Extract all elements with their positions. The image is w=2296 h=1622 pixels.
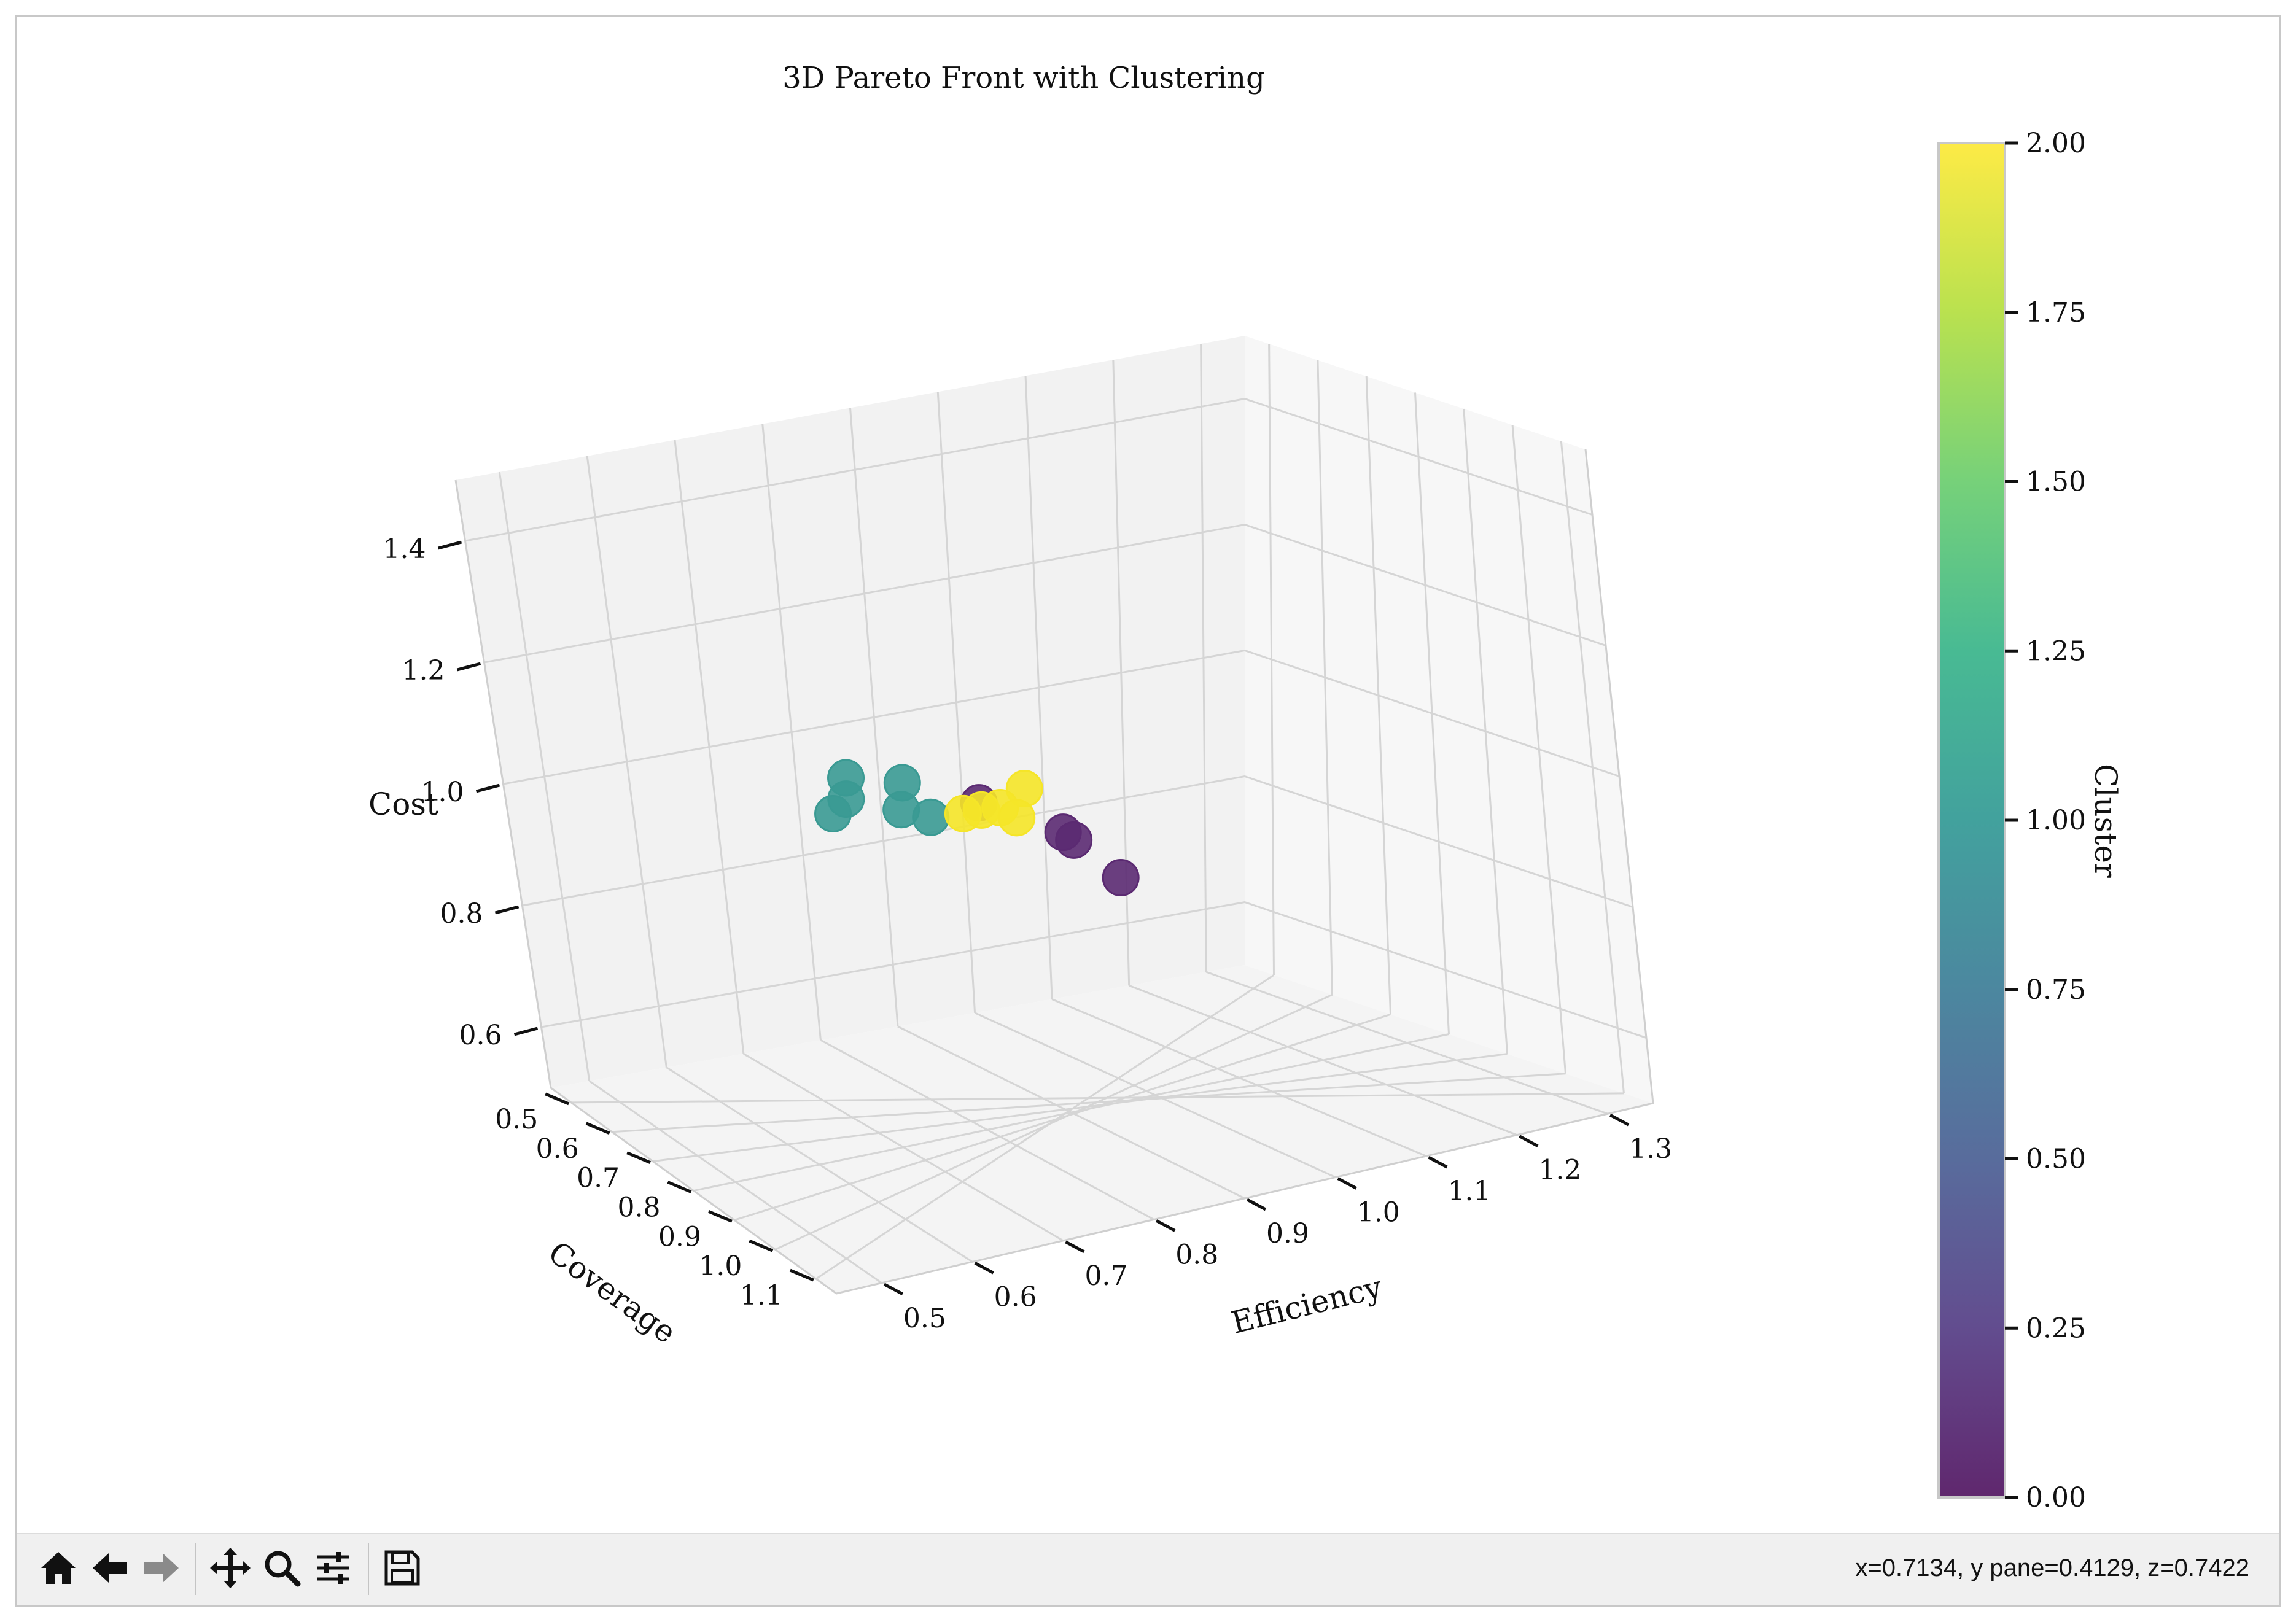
figure-canvas[interactable]: 3D Pareto Front with Clustering 0.6 0.8 1.… — [17, 17, 2279, 1533]
cost-tick-mark — [437, 540, 462, 550]
cursor-coordinates: x=0.7134, y pane=0.4129, z=0.7422 — [1855, 1554, 2249, 1581]
colorbar-tick-label: 1.00 — [2026, 805, 2086, 836]
colorbar: 0.00 0.25 0.50 0.75 1.00 1.25 1.50 1.75 2.00 Clus… — [1937, 128, 2123, 1513]
pan-button[interactable] — [206, 1545, 255, 1594]
efficiency-tick-mark — [974, 1262, 994, 1275]
efficiency-tick-label: 0.9 — [1266, 1218, 1309, 1249]
coverage-tick-label: 0.5 — [495, 1104, 538, 1135]
efficiency-tick-mark — [883, 1282, 904, 1295]
coverage-tick-label: 0.9 — [658, 1221, 701, 1252]
home-button[interactable] — [34, 1545, 83, 1594]
scatter-point-cluster-0 — [1055, 821, 1093, 859]
plot-window: 3D Pareto Front with Clustering 0.6 0.8 1.… — [15, 15, 2281, 1607]
efficiency-tick-label: 1.0 — [1357, 1197, 1400, 1228]
coverage-tick-label: 1.0 — [699, 1251, 742, 1282]
efficiency-tick-mark — [1065, 1240, 1085, 1254]
toolbar-separator — [368, 1543, 369, 1595]
colorbar-tick-label: 0.25 — [2026, 1313, 2086, 1344]
coverage-tick-label: 0.6 — [536, 1133, 579, 1165]
efficiency-tick-label: 0.6 — [994, 1281, 1037, 1313]
coverage-tick-label: 0.8 — [618, 1192, 661, 1224]
pan-icon — [209, 1546, 252, 1593]
plot-svg: 3D Pareto Front with Clustering 0.6 0.8 1.… — [368, 61, 2123, 1513]
cost-tick-label: 0.8 — [440, 898, 483, 929]
forward-button[interactable] — [137, 1545, 186, 1594]
coverage-tick-label: 0.7 — [577, 1163, 620, 1194]
efficiency-tick-label: 0.8 — [1175, 1239, 1218, 1270]
efficiency-tick-mark — [1156, 1219, 1176, 1232]
efficiency-tick-label: 1.3 — [1629, 1133, 1672, 1165]
colorbar-gradient — [1937, 142, 2006, 1499]
zoom-button[interactable] — [257, 1545, 306, 1594]
efficiency-tick-label: 1.2 — [1538, 1155, 1581, 1186]
cost-tick-mark — [475, 783, 500, 793]
scatter-point-cluster-2 — [998, 799, 1036, 837]
scatter-point-cluster-0 — [1102, 859, 1140, 897]
cost-tick-label: 0.6 — [459, 1020, 502, 1051]
zoom-icon — [262, 1548, 302, 1591]
cost-tick-label: 1.2 — [402, 655, 445, 686]
colorbar-label: Cluster — [2088, 764, 2123, 878]
toolbar-separator — [195, 1543, 196, 1595]
colorbar-tick-label: 1.25 — [2026, 635, 2086, 667]
cost-tick-mark — [494, 905, 520, 915]
cost-tick-mark — [456, 662, 481, 672]
efficiency-tick-mark — [1609, 1114, 1630, 1127]
cost-tick-mark — [513, 1026, 539, 1036]
cost-axis-label: Cost — [368, 786, 438, 822]
configure-subplots-button[interactable] — [309, 1545, 358, 1594]
colorbar-tick-label: 0.50 — [2026, 1144, 2086, 1175]
scatter-point-cluster-1 — [814, 794, 852, 832]
efficiency-tick-label: 0.7 — [1084, 1260, 1127, 1292]
colorbar-tick-label: 1.75 — [2026, 297, 2086, 328]
efficiency-tick-mark — [1337, 1177, 1357, 1190]
scatter-point-cluster-1 — [912, 798, 950, 836]
efficiency-tick-label: 1.1 — [1448, 1176, 1491, 1207]
home-icon — [39, 1548, 78, 1591]
axes-3d[interactable]: 0.60.81.01.21.40.50.60.70.80.91.01.11.21… — [368, 336, 1672, 1351]
cost-tick-label: 1.4 — [383, 534, 426, 565]
efficiency-tick-mark — [1246, 1198, 1267, 1211]
colorbar-tick-label: 1.50 — [2026, 467, 2086, 498]
efficiency-tick-mark — [1428, 1155, 1448, 1169]
save-icon — [383, 1548, 422, 1591]
back-arrow-icon — [90, 1548, 130, 1591]
efficiency-tick-mark — [1519, 1135, 1539, 1147]
back-button[interactable] — [85, 1545, 134, 1594]
configure-subplots-icon — [314, 1548, 353, 1591]
colorbar-tick-label: 0.00 — [2026, 1482, 2086, 1513]
save-button[interactable] — [378, 1545, 427, 1594]
chart-title: 3D Pareto Front with Clustering — [782, 61, 1265, 95]
efficiency-tick-label: 0.5 — [903, 1303, 946, 1334]
forward-arrow-icon — [142, 1548, 181, 1591]
efficiency-axis-label: Efficiency — [1228, 1269, 1386, 1341]
coverage-tick-label: 1.1 — [740, 1280, 783, 1311]
toolbar: x=0.7134, y pane=0.4129, z=0.7422 — [17, 1533, 2279, 1605]
colorbar-tick-label: 0.75 — [2026, 974, 2086, 1006]
colorbar-tick-label: 2.00 — [2026, 128, 2086, 159]
